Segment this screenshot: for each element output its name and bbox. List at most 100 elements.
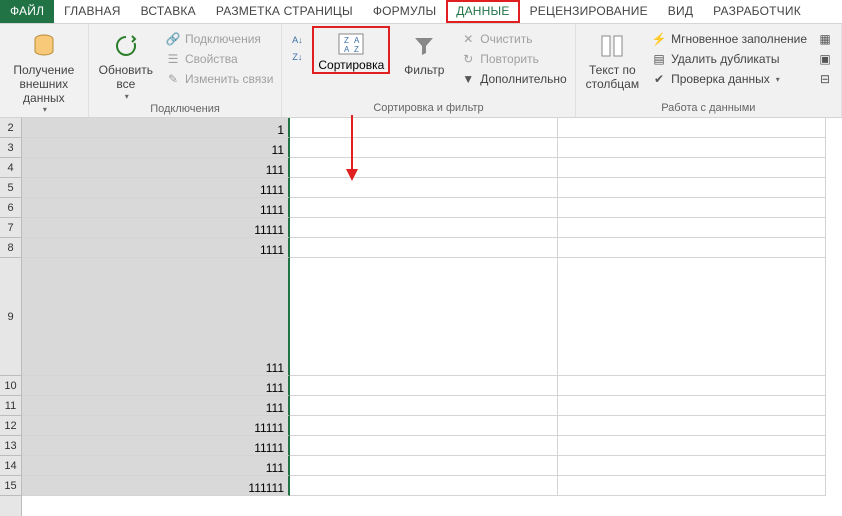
- row-header[interactable]: 10: [0, 376, 21, 396]
- advanced-filter-button[interactable]: ▼Дополнительно: [458, 70, 568, 88]
- cell[interactable]: [290, 198, 558, 218]
- cell[interactable]: [558, 476, 826, 496]
- sort-asc-button[interactable]: A↓: [288, 32, 306, 48]
- cell[interactable]: [558, 416, 826, 436]
- row-header[interactable]: 3: [0, 138, 21, 158]
- tab-view[interactable]: ВИД: [658, 0, 703, 23]
- whatif-button[interactable]: ▣: [815, 50, 835, 68]
- cell[interactable]: [558, 218, 826, 238]
- cell[interactable]: 111111: [22, 476, 290, 496]
- cell[interactable]: [558, 238, 826, 258]
- cell[interactable]: [558, 456, 826, 476]
- reapply-filter-button[interactable]: ↻Повторить: [458, 50, 568, 68]
- cell[interactable]: 111: [22, 158, 290, 178]
- tab-file[interactable]: ФАЙЛ: [0, 0, 54, 23]
- connections-button[interactable]: 🔗Подключения: [163, 30, 275, 48]
- tab-review[interactable]: РЕЦЕНЗИРОВАНИЕ: [520, 0, 658, 23]
- text-to-columns-button[interactable]: Текст по столбцам: [582, 26, 643, 92]
- cell[interactable]: 111: [22, 376, 290, 396]
- row-header[interactable]: 5: [0, 178, 21, 198]
- flash-icon: ⚡: [651, 31, 667, 47]
- cell[interactable]: [290, 238, 558, 258]
- cell[interactable]: [290, 258, 558, 376]
- cell[interactable]: 111: [22, 258, 290, 376]
- filter-button[interactable]: Фильтр: [396, 26, 452, 78]
- filter-label: Фильтр: [404, 64, 444, 78]
- dedupe-icon: ▤: [651, 51, 667, 67]
- reapply-icon: ↻: [460, 51, 476, 67]
- cell[interactable]: [290, 416, 558, 436]
- tab-insert[interactable]: ВСТАВКА: [131, 0, 206, 23]
- table-row: 1111: [22, 178, 842, 198]
- cell[interactable]: 1111: [22, 198, 290, 218]
- cell[interactable]: [290, 396, 558, 416]
- cell[interactable]: [290, 476, 558, 496]
- spreadsheet-grid[interactable]: 23456789101112131415 1111111111111111111…: [0, 118, 842, 516]
- cell[interactable]: 1111: [22, 178, 290, 198]
- svg-text:A: A: [344, 45, 350, 54]
- properties-icon: ☰: [165, 51, 181, 67]
- get-external-data-button[interactable]: Получение внешних данных ▾: [6, 26, 82, 115]
- group-external-data: Получение внешних данных ▾: [0, 24, 89, 117]
- row-header[interactable]: 13: [0, 436, 21, 456]
- tab-developer[interactable]: РАЗРАБОТЧИК: [703, 0, 811, 23]
- data-validation-button[interactable]: ✔Проверка данных▾: [649, 70, 809, 88]
- cell[interactable]: 11111: [22, 416, 290, 436]
- cell[interactable]: 11: [22, 138, 290, 158]
- row-header[interactable]: 15: [0, 476, 21, 496]
- tab-pagelayout[interactable]: РАЗМЕТКА СТРАНИЦЫ: [206, 0, 363, 23]
- flash-fill-button[interactable]: ⚡Мгновенное заполнение: [649, 30, 809, 48]
- cell[interactable]: 1: [22, 118, 290, 138]
- text-columns-icon: [596, 30, 628, 62]
- cell[interactable]: 11111: [22, 436, 290, 456]
- cell[interactable]: [290, 118, 558, 138]
- cell[interactable]: 111: [22, 396, 290, 416]
- cell[interactable]: [290, 436, 558, 456]
- row-header[interactable]: 4: [0, 158, 21, 178]
- cell[interactable]: [558, 376, 826, 396]
- remove-duplicates-button[interactable]: ▤Удалить дубликаты: [649, 50, 809, 68]
- edit-links-button[interactable]: ✎Изменить связи: [163, 70, 275, 88]
- refresh-icon: [110, 30, 142, 62]
- cell[interactable]: 1111: [22, 238, 290, 258]
- cell[interactable]: [290, 456, 558, 476]
- cell[interactable]: 11111: [22, 218, 290, 238]
- row-header[interactable]: 12: [0, 416, 21, 436]
- sort-desc-button[interactable]: Z↓: [288, 49, 306, 65]
- refresh-all-label: Обновить все: [99, 64, 153, 92]
- cell[interactable]: [558, 258, 826, 376]
- cell[interactable]: [558, 158, 826, 178]
- row-header[interactable]: 11: [0, 396, 21, 416]
- cell[interactable]: [558, 138, 826, 158]
- cell[interactable]: [558, 178, 826, 198]
- cell[interactable]: [290, 218, 558, 238]
- row-header[interactable]: 9: [0, 258, 21, 376]
- cell[interactable]: [558, 436, 826, 456]
- relationships-button[interactable]: ⊟: [815, 70, 835, 88]
- cell[interactable]: [558, 198, 826, 218]
- clear-filter-button[interactable]: ✕Очистить: [458, 30, 568, 48]
- cell[interactable]: [558, 396, 826, 416]
- tab-formulas[interactable]: ФОРМУЛЫ: [363, 0, 446, 23]
- row-header[interactable]: 14: [0, 456, 21, 476]
- properties-button[interactable]: ☰Свойства: [163, 50, 275, 68]
- row-header[interactable]: 6: [0, 198, 21, 218]
- chevron-down-icon: ▾: [776, 75, 780, 84]
- tab-home[interactable]: ГЛАВНАЯ: [54, 0, 130, 23]
- row-header[interactable]: 2: [0, 118, 21, 138]
- cell[interactable]: [290, 158, 558, 178]
- row-header[interactable]: 7: [0, 218, 21, 238]
- cell[interactable]: [290, 178, 558, 198]
- cell[interactable]: [558, 118, 826, 138]
- table-row: 111: [22, 396, 842, 416]
- whatif-icon: ▣: [817, 51, 833, 67]
- cell[interactable]: [290, 138, 558, 158]
- refresh-all-button[interactable]: Обновить все ▾: [95, 26, 157, 101]
- row-header[interactable]: 8: [0, 238, 21, 258]
- tab-data[interactable]: ДАННЫЕ: [446, 0, 519, 23]
- sort-button[interactable]: ZAAZ Сортировка: [312, 26, 390, 74]
- cell[interactable]: [290, 376, 558, 396]
- consolidate-button[interactable]: ▦: [815, 30, 835, 48]
- cell[interactable]: 111: [22, 456, 290, 476]
- group-connections: Обновить все ▾ 🔗Подключения ☰Свойства ✎И…: [89, 24, 283, 117]
